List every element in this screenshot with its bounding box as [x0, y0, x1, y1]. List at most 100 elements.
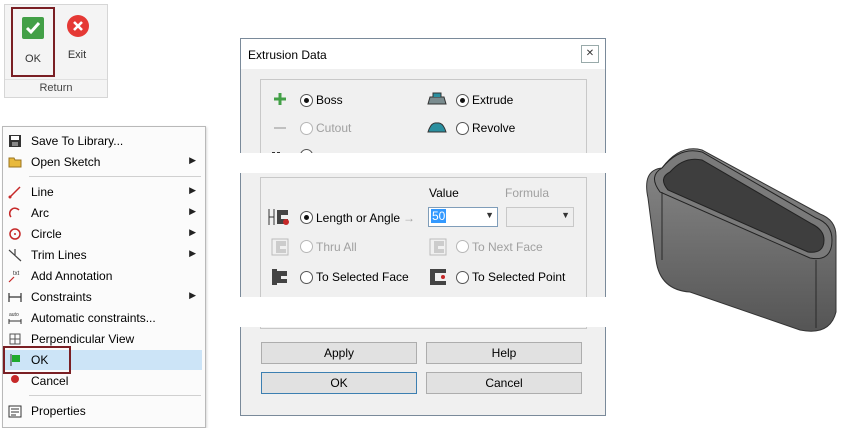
svg-text:txt: txt	[13, 271, 20, 277]
cutout-radio[interactable]	[300, 122, 313, 135]
boss-label: Boss	[316, 93, 343, 107]
value-header: Value	[429, 186, 459, 200]
ribbon-ok-button[interactable]: OK	[11, 7, 55, 77]
revolve-radio[interactable]	[456, 122, 469, 135]
submenu-arrow-icon: ▶	[189, 185, 196, 195]
chevron-down-icon: ▼	[485, 210, 494, 220]
extruded-part-preview	[640, 140, 850, 340]
menu-item-properties[interactable]: Properties	[4, 401, 202, 421]
ok-highlight-callout	[3, 346, 71, 374]
menu-separator	[29, 176, 201, 177]
menu-item-arc[interactable]: Arc ▶	[4, 203, 202, 223]
dialog-title: Extrusion Data	[248, 48, 327, 62]
exit-x-icon	[67, 15, 89, 37]
help-button[interactable]: Help	[426, 342, 582, 364]
to-selected-face-radio[interactable]	[300, 271, 313, 284]
menu-item-constraints[interactable]: Constraints ▶	[4, 287, 202, 307]
menu-item-label: Circle	[31, 227, 62, 241]
value-text: 50	[431, 209, 447, 223]
chevron-down-icon: ▼	[561, 210, 570, 220]
cancel-dot-icon	[8, 374, 22, 388]
thru-all-label: Thru All	[316, 240, 357, 254]
selected-point-icon	[428, 267, 448, 287]
menu-item-circle[interactable]: Circle ▶	[4, 224, 202, 244]
cancel-button[interactable]: Cancel	[426, 372, 582, 394]
perpendicular-view-icon	[8, 332, 22, 346]
menu-item-label: Save To Library...	[31, 134, 124, 148]
menu-item-add-annotation[interactable]: txt Add Annotation	[4, 266, 202, 286]
length-or-angle-label: Length or Angle	[316, 211, 401, 225]
checkmark-icon	[22, 17, 44, 39]
menu-item-save-to-library[interactable]: Save To Library...	[4, 131, 202, 151]
submenu-arrow-icon: ▶	[189, 155, 196, 165]
extrude-radio[interactable]	[456, 94, 469, 107]
menu-item-automatic-constraints[interactable]: auto Automatic constraints...	[4, 308, 202, 328]
annotation-icon: txt	[8, 269, 22, 283]
ok-button[interactable]: OK	[261, 372, 417, 394]
menu-item-label: Trim Lines	[31, 248, 87, 262]
menu-item-label: Arc	[31, 206, 49, 220]
open-sketch-icon	[8, 155, 22, 169]
to-next-face-radio[interactable]	[456, 240, 469, 253]
submenu-arrow-icon: ▶	[189, 290, 196, 300]
torn-edge	[239, 146, 609, 173]
menu-item-label: Perpendicular View	[31, 332, 135, 346]
cutout-label: Cutout	[316, 121, 352, 135]
apply-button[interactable]: Apply	[261, 342, 417, 364]
ribbon-exit-label: Exit	[67, 49, 87, 61]
revolve-label: Revolve	[472, 121, 516, 135]
extrusion-data-dialog: Extrusion Data ✕ Boss Cutout Extrude Rev…	[239, 38, 609, 416]
arc-icon	[8, 206, 22, 220]
close-icon[interactable]: ✕	[581, 45, 599, 63]
thru-all-icon	[270, 237, 290, 257]
save-library-icon	[8, 134, 22, 148]
menu-item-label: Line	[31, 185, 54, 199]
menu-item-label: Automatic constraints...	[31, 311, 156, 325]
extrude-label: Extrude	[472, 93, 514, 107]
submenu-arrow-icon: ▶	[189, 248, 196, 258]
formula-header: Formula	[505, 186, 550, 200]
menu-item-label: Properties	[31, 404, 86, 418]
boss-radio[interactable]	[300, 94, 313, 107]
to-selected-face-label: To Selected Face	[316, 270, 409, 284]
revolve-icon	[427, 120, 447, 134]
ribbon-group-label: Return	[5, 79, 107, 94]
next-face-icon	[428, 237, 448, 257]
submenu-arrow-icon: ▶	[189, 206, 196, 216]
cutout-minus-icon	[273, 121, 291, 135]
menu-item-open-sketch[interactable]: Open Sketch ▶	[4, 152, 202, 172]
svg-text:auto: auto	[9, 312, 19, 318]
line-icon	[8, 185, 22, 199]
torn-edge	[239, 292, 609, 327]
menu-item-line[interactable]: Line ▶	[4, 182, 202, 202]
extrude-icon	[427, 92, 447, 106]
menu-item-label: Add Annotation	[31, 269, 113, 283]
properties-icon	[8, 404, 22, 418]
menu-item-trim-lines[interactable]: Trim Lines ▶	[4, 245, 202, 265]
menu-item-label: Open Sketch	[31, 155, 101, 169]
arrow-right-icon: →	[403, 211, 415, 225]
menu-item-label: Cancel	[31, 374, 69, 388]
trim-lines-icon	[8, 248, 22, 262]
to-selected-point-radio[interactable]	[456, 271, 469, 284]
ribbon-return-panel: OK Exit Return	[4, 4, 108, 98]
to-next-face-label: To Next Face	[472, 240, 543, 254]
dialog-titlebar: Extrusion Data ✕	[241, 39, 605, 69]
circle-icon	[8, 227, 22, 241]
ribbon-exit-button[interactable]: Exit	[55, 5, 99, 73]
formula-combo[interactable]: ▼	[506, 207, 574, 227]
thru-all-radio[interactable]	[300, 240, 313, 253]
constraints-icon	[8, 290, 22, 304]
boss-plus-icon	[273, 92, 291, 106]
submenu-arrow-icon: ▶	[189, 227, 196, 237]
selected-face-icon	[270, 267, 290, 287]
to-selected-point-label: To Selected Point	[472, 270, 566, 284]
length-or-angle-radio[interactable]	[300, 211, 313, 224]
length-angle-icon	[268, 207, 290, 227]
menu-separator	[29, 395, 201, 396]
auto-constraints-icon: auto	[8, 311, 22, 325]
menu-item-cancel[interactable]: Cancel	[4, 371, 202, 391]
ribbon-ok-label: OK	[25, 53, 41, 65]
menu-item-label: Constraints	[31, 290, 92, 304]
value-combo[interactable]: 50 ▼	[428, 207, 498, 227]
